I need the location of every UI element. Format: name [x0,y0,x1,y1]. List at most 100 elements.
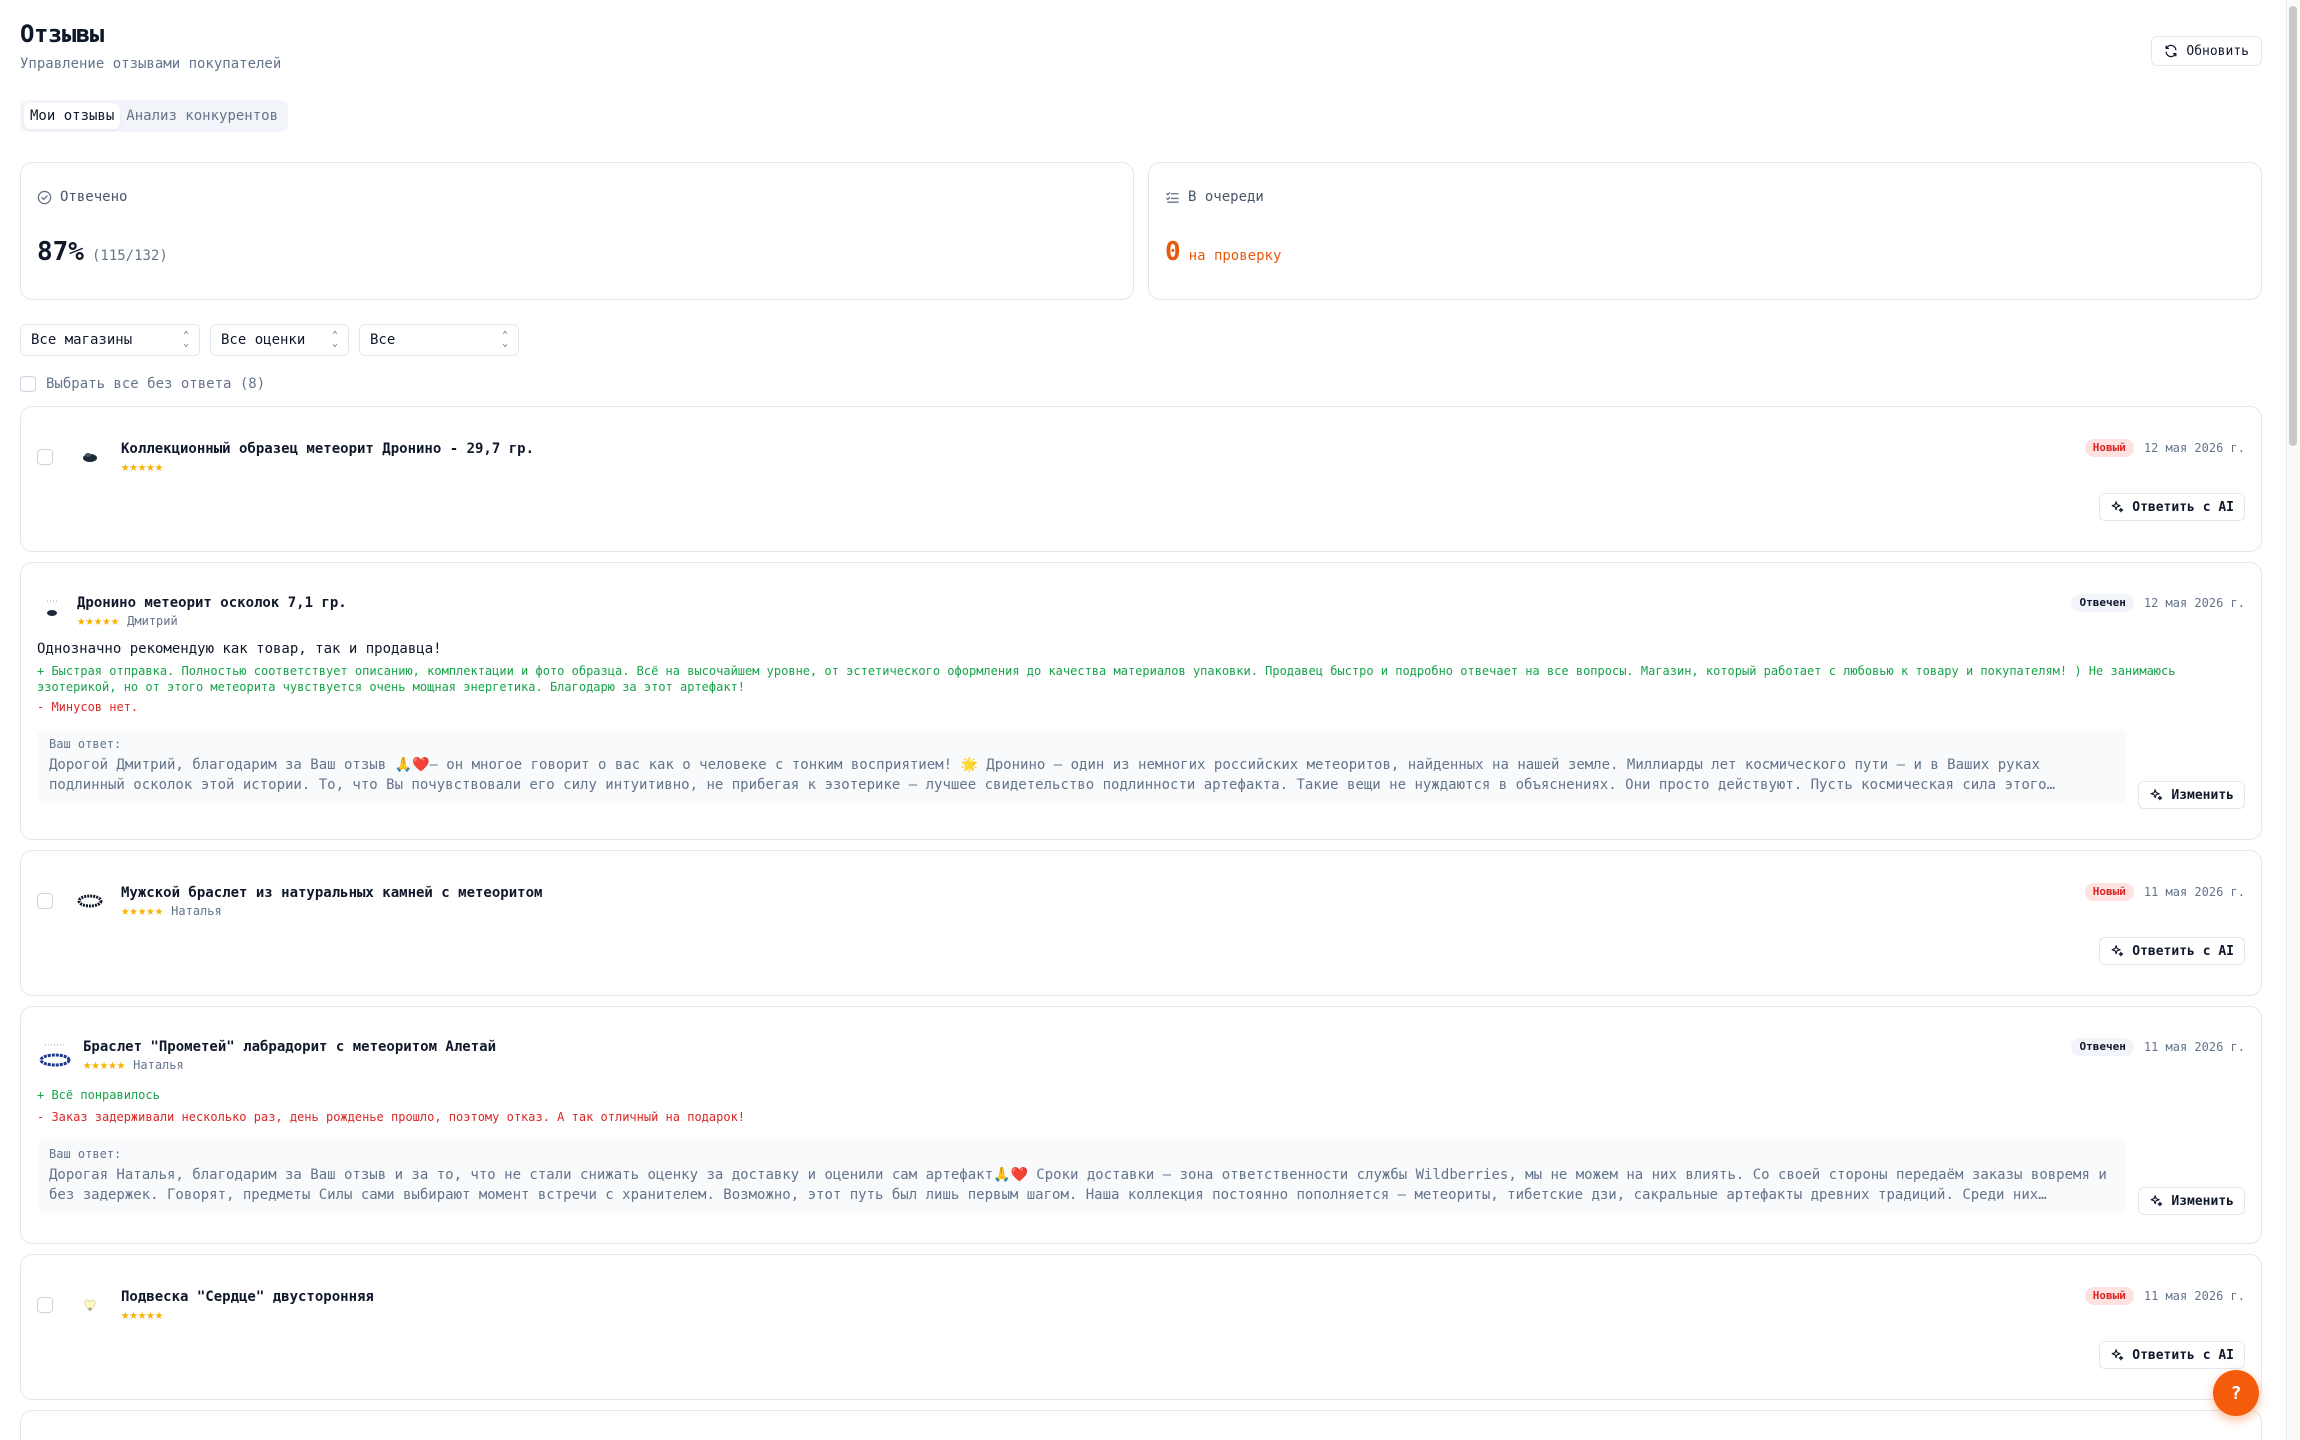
queue-stat-label: В очереди [1188,189,1264,205]
reply-with-ai-label: Ответить с AI [2132,943,2234,959]
answered-detail: (115/132) [91,248,168,264]
list-check-icon [1165,190,1180,205]
review-card [20,1410,2262,1440]
reply-with-ai-button[interactable]: Ответить с AI [2099,1341,2245,1369]
status-badge: Новый [2084,1287,2134,1305]
rating-stars: ★★★★★ [121,1307,164,1323]
answer-box: Ваш ответ: Дорогая Наталья, благодарим з… [37,1139,2127,1213]
rating-stars: ★★★★★ [121,459,164,475]
rating-stars: ★★★★★ [121,903,164,919]
edit-answer-label: Изменить [2171,787,2234,803]
answer-text: Дорогой Дмитрий, благодарим за Ваш отзыв… [49,757,2047,793]
review-card: Новый 11 мая 2026 г. Мужской браслет из … [20,850,2262,996]
review-meta: Новый 11 мая 2026 г. [2084,1287,2245,1305]
review-card: Новый 12 мая 2026 г. Коллекционный образ… [20,406,2262,552]
tab-my-reviews[interactable]: Мои отзывы [24,103,121,129]
product-title: Подвеска "Сердце" двусторонняя [121,1289,374,1305]
review-card: Новый 11 мая 2026 г. Подвеска "Сердце" д… [20,1254,2262,1400]
page-scrollbar[interactable] [2286,0,2300,1440]
answer-label: Ваш ответ: [49,737,122,751]
review-card: Отвечен 12 мая 2026 г. Дронино метеорит … [20,562,2262,840]
refresh-button[interactable]: Обновить [2151,36,2262,66]
status-filter-select[interactable]: Все ⌃ ⌄ [359,324,519,356]
product-thumbnail [75,1289,105,1319]
rating-stars: ★★★★★ [77,613,120,629]
scrollbar-thumb[interactable] [2289,6,2297,446]
product-title: Браслет "Прометей" лабрадорит с метеорит… [83,1039,497,1055]
answer-label: Ваш ответ: [49,1147,122,1161]
reply-with-ai-button[interactable]: Ответить с AI [2099,937,2245,965]
edit-answer-button[interactable]: Изменить [2138,1187,2245,1215]
sparkles-icon [2149,1194,2163,1208]
chevron-up-down-icon: ⌃ ⌄ [182,330,189,349]
filter-bar: Все магазины ⌃ ⌄ Все оценки ⌃ ⌄ Все ⌃ ⌄ [20,324,2262,356]
page-title: Отзывы [20,20,104,48]
review-date: 12 мая 2026 г. [2143,596,2245,610]
queue-detail: на проверку [1188,248,1282,264]
check-circle-icon [37,190,52,205]
status-filter-value: Все [370,332,396,348]
reply-with-ai-label: Ответить с AI [2132,1347,2234,1363]
review-author: Наталья [133,1058,184,1072]
product-title: Коллекционный образец метеорит Дронино -… [121,441,535,457]
store-filter-select[interactable]: Все магазины ⌃ ⌄ [20,324,200,356]
review-date: 11 мая 2026 г. [2143,885,2245,899]
review-author: Дмитрий [127,614,178,628]
review-date: 11 мая 2026 г. [2143,1289,2245,1303]
chevron-up-down-icon: ⌃ ⌄ [331,330,338,349]
review-text: Однозначно рекомендую как товар, так и п… [37,641,442,657]
review-meta: Отвечен 11 мая 2026 г. [2071,1038,2245,1056]
review-pros: + Всё понравилось [37,1088,160,1102]
review-select-checkbox[interactable] [37,1297,53,1313]
product-title: Дронино метеорит осколок 7,1 гр. [77,595,347,611]
refresh-label: Обновить [2186,43,2249,59]
status-badge: Новый [2084,883,2134,901]
review-card: Отвечен 11 мая 2026 г. Браслет "Прометей… [20,1006,2262,1244]
rating-filter-value: Все оценки [221,332,306,348]
page-subtitle: Управление отзывами покупателей [20,56,282,72]
review-select-checkbox[interactable] [37,449,53,465]
product-title: Мужской браслет из натуральных камней с … [121,885,543,901]
sparkles-icon [2110,500,2124,514]
answered-percent: 87% [37,237,84,267]
queue-count: 0 [1165,237,1181,267]
help-icon: ? [2230,1382,2242,1404]
tab-competitor-analysis[interactable]: Анализ конкурентов [120,103,284,129]
review-meta: Новый 11 мая 2026 г. [2084,883,2245,901]
review-meta: Новый 12 мая 2026 г. [2084,439,2245,457]
status-badge: Отвечен [2071,1038,2134,1056]
select-all-checkbox[interactable] [20,376,36,392]
help-button[interactable]: ? [2213,1370,2259,1416]
queue-stat-card: В очереди 0 на проверку [1148,162,2262,300]
review-author: Наталья [171,904,222,918]
status-badge: Отвечен [2071,594,2134,612]
answered-stat-card: Отвечено 87% (115/132) [20,162,1134,300]
reply-with-ai-button[interactable]: Ответить с AI [2099,493,2245,521]
edit-answer-button[interactable]: Изменить [2138,781,2245,809]
tab-bar: Мои отзывы Анализ конкурентов [20,100,289,132]
sparkles-icon [2110,944,2124,958]
select-all-row: Выбрать все без ответа (8) [20,374,2262,394]
stats-row: Отвечено 87% (115/132) В очереди 0 на пр… [20,162,2262,300]
review-date: 11 мая 2026 г. [2143,1040,2245,1054]
review-cons: - Минусов нет. [37,700,139,714]
rating-filter-select[interactable]: Все оценки ⌃ ⌄ [210,324,349,356]
answer-box: Ваш ответ: Дорогой Дмитрий, благодарим з… [37,729,2127,803]
chevron-up-down-icon: ⌃ ⌄ [501,330,508,349]
review-meta: Отвечен 12 мая 2026 г. [2071,594,2245,612]
product-thumbnail [37,1039,73,1075]
reviews-page: Отзывы Управление отзывами покупателей О… [20,20,2262,1440]
product-thumbnail [37,595,67,625]
product-thumbnail [75,885,105,915]
review-pros: + Быстрая отправка. Полностью соответств… [37,664,2176,694]
status-badge: Новый [2084,439,2134,457]
review-select-checkbox[interactable] [37,893,53,909]
edit-answer-label: Изменить [2171,1193,2234,1209]
answered-stat-label: Отвечено [60,189,128,205]
reply-with-ai-label: Ответить с AI [2132,499,2234,515]
sparkles-icon [2110,1348,2124,1362]
review-date: 12 мая 2026 г. [2143,441,2245,455]
refresh-icon [2164,44,2178,58]
answer-text: Дорогая Наталья, благодарим за Ваш отзыв… [49,1167,2107,1203]
review-cons: - Заказ задерживали несколько раз, день … [37,1110,746,1124]
